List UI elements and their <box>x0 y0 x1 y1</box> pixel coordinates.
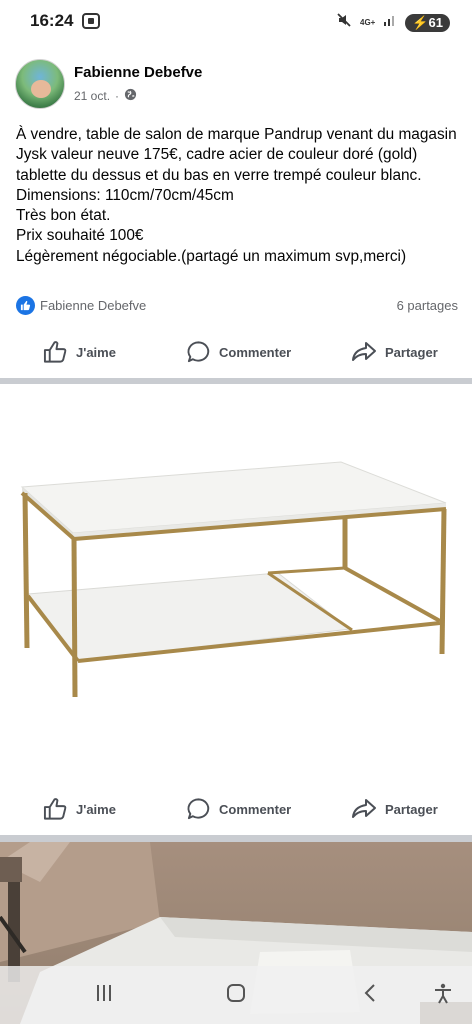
thumbs-up-icon <box>43 341 67 363</box>
reactions-row: Fabienne Debefve 6 partages <box>16 296 458 316</box>
share-icon <box>352 799 376 818</box>
share-icon <box>352 342 376 361</box>
avatar-face <box>31 80 51 98</box>
photo-like-button[interactable]: J'aime <box>43 789 116 829</box>
like-button[interactable]: J'aime <box>43 332 116 372</box>
photo-comment-button[interactable]: Commenter <box>186 789 291 829</box>
post-photo-table[interactable] <box>0 386 472 786</box>
globe-icon <box>124 88 137 104</box>
screenshot-icon <box>82 13 100 34</box>
post-date[interactable]: 21 oct. <box>74 89 110 103</box>
share-label: Partager <box>385 344 438 360</box>
home-button[interactable] <box>225 982 247 1009</box>
mute-icon <box>336 12 352 33</box>
battery-level: 61 <box>428 14 443 30</box>
back-icon <box>364 984 375 1002</box>
home-icon <box>227 984 245 1002</box>
status-indicators: 4G+ ⚡61 <box>336 12 450 33</box>
feed-divider <box>0 835 472 842</box>
battery-indicator: ⚡61 <box>405 13 450 32</box>
recent-apps-icon <box>97 985 111 1001</box>
thumbs-up-icon <box>43 798 67 820</box>
android-nav-bar <box>0 966 472 1024</box>
photo-share-button[interactable]: Partager <box>351 789 438 829</box>
post-text-line: Dimensions: 110cm/70cm/45cm <box>16 186 234 204</box>
recent-apps-button[interactable] <box>93 982 115 1009</box>
share-count[interactable]: 6 partages <box>397 298 458 313</box>
network-type: 4G+ <box>360 17 376 27</box>
like-reaction-icon[interactable] <box>16 296 35 315</box>
coffee-table-illustration <box>20 461 447 698</box>
post-text: À vendre, table de salon de marque Pandr… <box>16 125 461 267</box>
author-name[interactable]: Fabienne Debefve <box>74 64 202 81</box>
signal-icon <box>383 13 397 32</box>
post-text-line: Légèrement négociable.(partagé un maximu… <box>16 247 407 265</box>
share-button[interactable]: Partager <box>351 332 438 372</box>
comment-label: Commenter <box>219 344 292 360</box>
comment-icon <box>187 798 210 820</box>
post-text-line: À vendre, table de salon de marque Pandr… <box>16 126 457 184</box>
status-bar: 16:24 4G+ ⚡61 <box>0 0 472 42</box>
post-header: Fabienne Debefve 21 oct. · <box>0 42 472 112</box>
feed-divider <box>0 378 472 384</box>
accessibility-button[interactable] <box>432 982 454 1009</box>
post-action-bar: J'aime Commenter Partager <box>0 332 472 372</box>
avatar[interactable] <box>15 59 65 109</box>
share-label: Partager <box>385 801 438 817</box>
post-meta: 21 oct. · <box>74 88 137 104</box>
post-text-line: Très bon état. <box>16 207 111 225</box>
battery-icon: ⚡ <box>412 14 429 30</box>
comment-icon <box>187 341 210 363</box>
like-label: J'aime <box>76 801 116 817</box>
status-time: 16:24 <box>30 11 74 30</box>
photo-action-bar: J'aime Commenter Partager <box>0 789 472 829</box>
comment-button[interactable]: Commenter <box>186 332 291 372</box>
post-text-line: Prix souhaité 100€ <box>16 227 144 245</box>
reaction-names[interactable]: Fabienne Debefve <box>40 298 146 313</box>
back-button[interactable] <box>360 982 382 1009</box>
meta-separator: · <box>115 89 120 103</box>
comment-label: Commenter <box>219 801 292 817</box>
like-label: J'aime <box>76 344 116 360</box>
accessibility-icon <box>435 983 451 1004</box>
